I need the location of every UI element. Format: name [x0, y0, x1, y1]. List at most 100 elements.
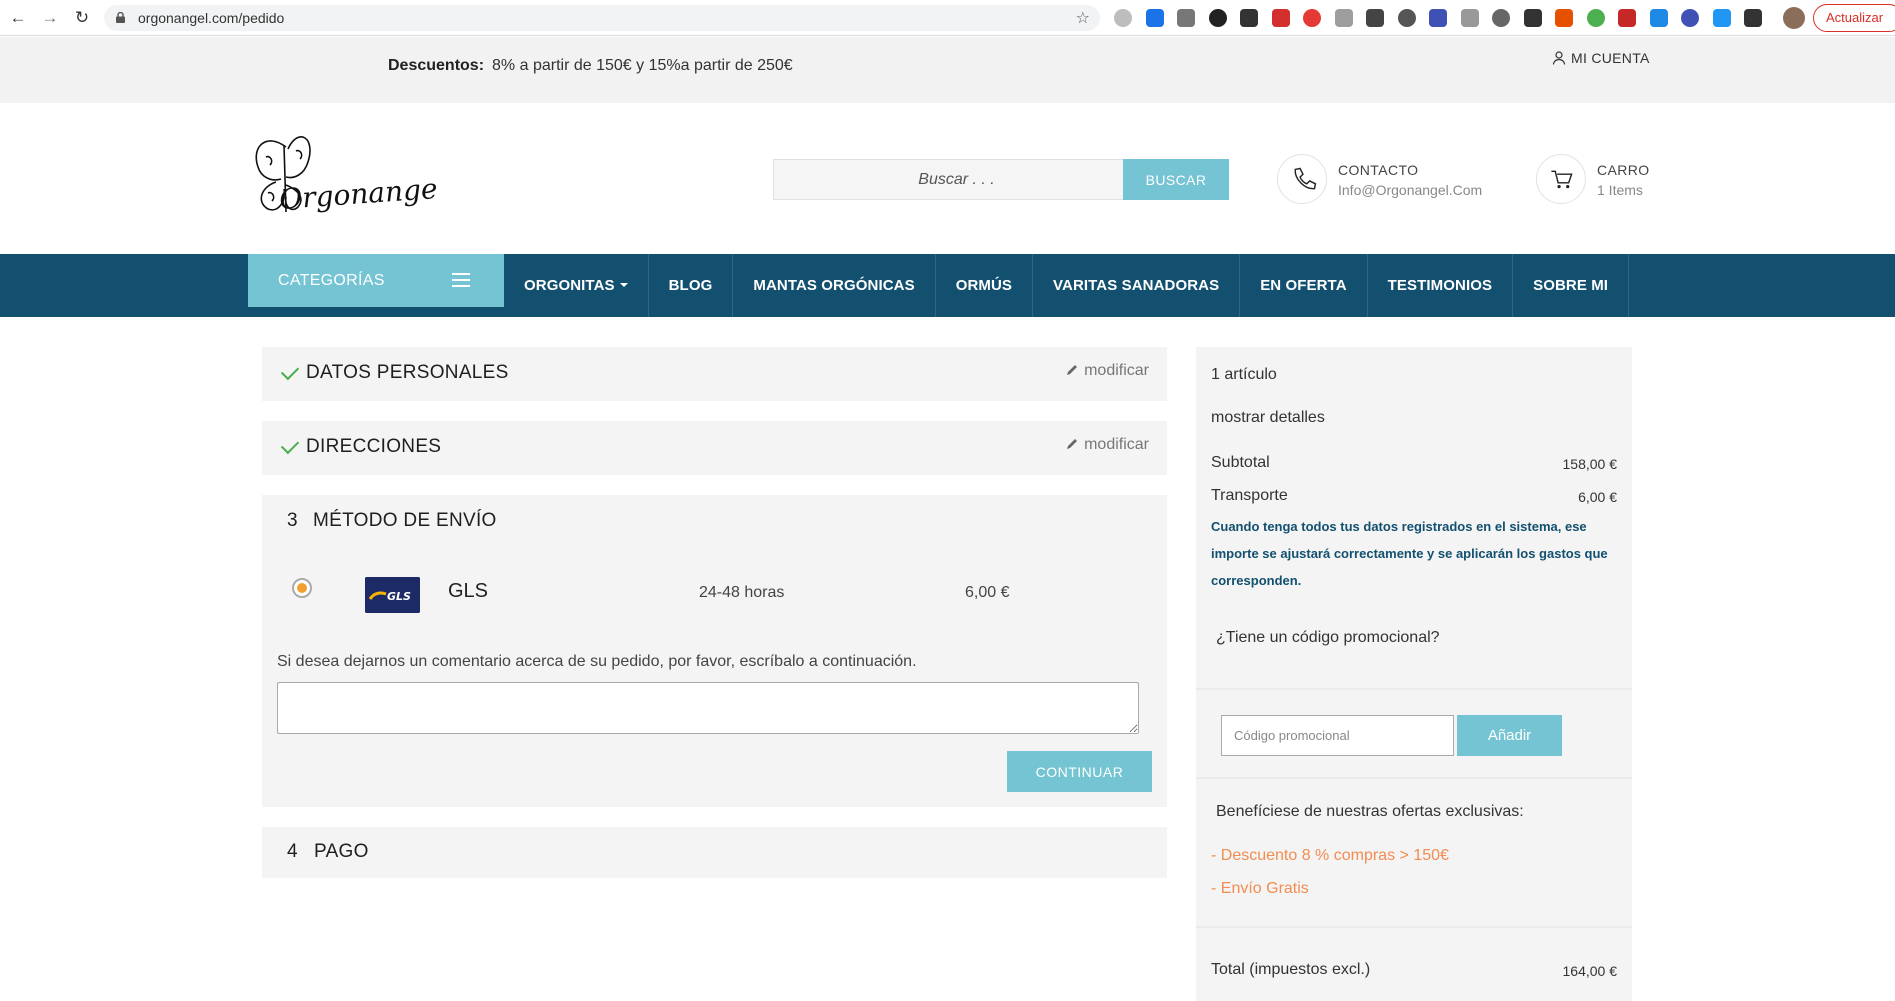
step-number: 3	[287, 510, 298, 531]
browser-extension-icon[interactable]	[1114, 9, 1132, 27]
modify-label: modificar	[1084, 362, 1149, 379]
promo-topbar: Descuentos: 8% a partir de 150€ y 15%a pa…	[0, 37, 1895, 103]
step-title: DIRECCIONES	[306, 436, 442, 457]
back-icon[interactable]: ←	[8, 8, 28, 28]
gls-logo-text: GLS	[387, 590, 411, 603]
shipping-row: Transporte 6,00 €	[1211, 487, 1617, 505]
shipping-radio-gls[interactable]	[292, 578, 312, 598]
browser-extension-icon[interactable]	[1649, 9, 1668, 27]
carrier-delay: 24-48 horas	[699, 584, 785, 601]
contact-label: CONTACTO	[1338, 162, 1419, 178]
search-input[interactable]	[773, 159, 1123, 200]
cart-link[interactable]	[1536, 154, 1586, 204]
bookmark-star-icon[interactable]: ☆	[1076, 8, 1090, 28]
show-details-link[interactable]: mostrar detalles	[1211, 409, 1325, 427]
hamburger-icon	[452, 273, 470, 287]
discount-text: 8% a partir de 150€ y 15%a partir de 250…	[492, 57, 793, 74]
browser-extension-icon[interactable]	[1334, 9, 1353, 27]
phone-icon	[1294, 167, 1317, 190]
total-value: 164,00 €	[1562, 963, 1618, 979]
menu-item-orgonitas[interactable]: ORGONITAS	[504, 254, 649, 317]
divider	[1196, 926, 1632, 928]
divider	[1196, 688, 1632, 690]
step-number: 4	[287, 841, 298, 862]
browser-extension-icon[interactable]	[1145, 9, 1164, 27]
browser-extension-icon[interactable]	[1429, 9, 1447, 27]
menu-item-mantas-orgonicas[interactable]: MANTAS ORGÓNICAS	[733, 254, 936, 317]
check-icon	[280, 435, 300, 455]
browser-extension-icon[interactable]	[1744, 9, 1762, 27]
pencil-icon	[1067, 365, 1078, 375]
order-comment-textarea[interactable]	[277, 682, 1139, 734]
lock-icon	[116, 12, 125, 23]
modify-personal-link[interactable]: modificar	[1066, 362, 1149, 380]
address-bar[interactable]: orgonangel.com/pedido ☆	[104, 5, 1100, 31]
browser-extension-icon[interactable]	[1712, 9, 1731, 27]
promo-code-input[interactable]	[1221, 715, 1454, 756]
modify-label: modificar	[1084, 436, 1149, 453]
browser-toolbar: ← → ↻ orgonangel.com/pedido ☆ Actualizar	[0, 0, 1895, 36]
browser-extension-icon[interactable]	[1586, 9, 1605, 27]
cart-summary: 1 artículo mostrar detalles Subtotal 158…	[1196, 347, 1632, 1001]
comment-label: Si desea dejarnos un comentario acerca d…	[277, 653, 917, 670]
continue-button[interactable]: CONTINUAR	[1007, 751, 1152, 792]
browser-extension-icon[interactable]	[1492, 9, 1510, 27]
categories-label: CATEGORÍAS	[278, 272, 385, 289]
offer-item: - Envío Gratis	[1211, 880, 1309, 897]
menu-item-sobre-mi[interactable]: SOBRE MI	[1513, 254, 1630, 317]
main-navbar: CATEGORÍAS ORGONITAS BLOG MANTAS ORGÓNIC…	[0, 254, 1895, 317]
pencil-icon	[1067, 439, 1078, 449]
url-text: orgonangel.com/pedido	[138, 10, 285, 26]
orgonangel-logo[interactable]: Orgonangel	[246, 127, 436, 227]
subtotal-row: Subtotal 158,00 €	[1211, 454, 1617, 472]
reload-icon[interactable]: ↻	[72, 8, 92, 28]
search-bar: BUSCAR	[773, 159, 1229, 200]
total-row: Total (impuestos excl.) 164,00 €	[1211, 961, 1617, 979]
step-title: PAGO	[314, 841, 369, 862]
add-promo-button[interactable]: Añadir	[1457, 715, 1562, 756]
modify-address-link[interactable]: modificar	[1066, 436, 1149, 454]
menu-item-varitas-sanadoras[interactable]: VARITAS SANADORAS	[1033, 254, 1241, 317]
shipping-note: Cuando tenga todos tus datos registrados…	[1211, 519, 1608, 588]
my-account-link[interactable]: MI CUENTA	[1552, 50, 1650, 66]
promo-code-toggle[interactable]: ¿Tiene un código promocional?	[1216, 629, 1440, 647]
browser-extension-icon[interactable]	[1681, 9, 1699, 27]
browser-extension-icon[interactable]	[1523, 9, 1542, 27]
categories-toggle[interactable]: CATEGORÍAS	[248, 254, 504, 307]
main-menu: ORGONITAS BLOG MANTAS ORGÓNICAS ORMÚS VA…	[504, 254, 1630, 317]
discount-info: Descuentos: 8% a partir de 150€ y 15%a pa…	[388, 57, 793, 75]
contact-link[interactable]	[1277, 154, 1327, 204]
search-button[interactable]: BUSCAR	[1123, 159, 1229, 200]
browser-extension-icon[interactable]	[1271, 9, 1290, 27]
browser-extension-icon[interactable]	[1366, 9, 1384, 27]
browser-extension-icon[interactable]	[1240, 9, 1258, 27]
total-label: Total (impuestos excl.)	[1211, 961, 1371, 978]
forward-icon[interactable]: →	[40, 8, 60, 28]
menu-item-en-oferta[interactable]: EN OFERTA	[1240, 254, 1368, 317]
menu-item-ormus[interactable]: ORMÚS	[936, 254, 1034, 317]
browser-extension-icon[interactable]	[1460, 9, 1479, 27]
check-icon	[280, 361, 300, 381]
shipping-value: 6,00 €	[1578, 489, 1617, 505]
browser-extension-icon[interactable]	[1397, 9, 1416, 27]
browser-extension-icon[interactable]	[1555, 9, 1573, 27]
menu-item-blog[interactable]: BLOG	[649, 254, 734, 317]
browser-extension-icon[interactable]	[1177, 9, 1195, 27]
offer-item: - Descuento 8 % compras > 150€	[1211, 847, 1449, 864]
caret-down-icon	[619, 283, 628, 287]
subtotal-label: Subtotal	[1211, 454, 1270, 471]
gls-logo: GLS	[365, 577, 420, 613]
browser-extension-icon[interactable]	[1618, 9, 1636, 27]
menu-item-testimonios[interactable]: TESTIMONIOS	[1368, 254, 1514, 317]
subtotal-value: 158,00 €	[1562, 456, 1618, 472]
update-button[interactable]: Actualizar	[1813, 4, 1895, 32]
cart-count: 1 Items	[1597, 182, 1643, 198]
browser-extension-icon[interactable]	[1208, 9, 1227, 27]
my-account-label: MI CUENTA	[1571, 50, 1650, 66]
contact-email[interactable]: Info@Orgonangel.Com	[1338, 182, 1482, 198]
step-title: MÉTODO DE ENVÍO	[313, 510, 497, 531]
browser-extension-icon[interactable]	[1303, 9, 1321, 27]
profile-avatar[interactable]	[1783, 7, 1805, 29]
carrier-name: GLS	[448, 580, 489, 602]
site-header: Orgonangel BUSCAR CONTACTO Info@Orgonang…	[0, 103, 1895, 254]
